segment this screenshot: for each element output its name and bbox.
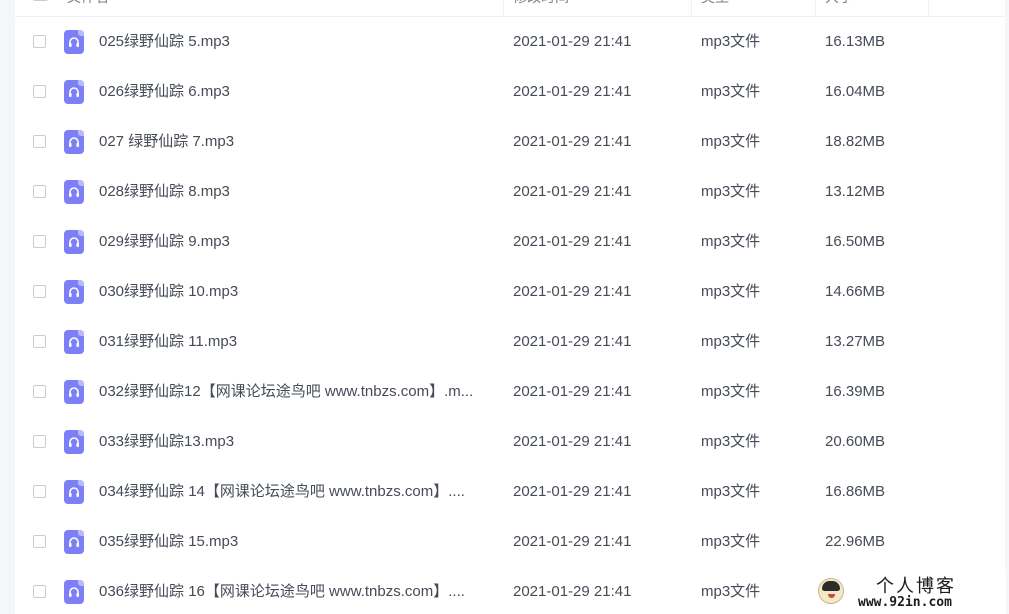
row-checkbox[interactable] (33, 435, 46, 448)
file-name[interactable]: 036绿野仙踪 16【网课论坛途鸟吧 www.tnbzs.com】.... (99, 582, 494, 602)
file-name[interactable]: 035绿野仙踪 15.mp3 (99, 532, 494, 552)
table-row[interactable]: 030绿野仙踪 10.mp3 2021-01-29 21:41 mp3文件 14.66… (15, 267, 1005, 317)
column-divider[interactable] (691, 0, 692, 16)
table-row[interactable]: 031绿野仙踪 11.mp3 2021-01-29 21:41 mp3文件 13.27… (15, 317, 1005, 367)
file-name[interactable]: 033绿野仙踪13.mp3 (99, 432, 494, 452)
modified-time: 2021-01-29 21:41 (513, 483, 632, 500)
table-row[interactable]: 029绿野仙踪 9.mp3 2021-01-29 21:41 mp3文件 16.50M… (15, 217, 1005, 267)
file-size: 16.04MB (825, 83, 886, 100)
left-panel-edge (0, 0, 15, 614)
row-checkbox[interactable] (33, 285, 46, 298)
row-checkbox[interactable] (33, 385, 46, 398)
modified-time: 2021-01-29 21:41 (513, 283, 632, 300)
row-checkbox[interactable] (33, 35, 46, 48)
file-name[interactable]: 032绿野仙踪12【网课论坛途鸟吧 www.tnbzs.com】.m... (99, 382, 494, 402)
row-checkbox[interactable] (33, 335, 46, 348)
file-type: mp3文件 (701, 483, 761, 500)
modified-time: 2021-01-29 21:41 (513, 133, 632, 150)
file-size: 16.50MB (825, 233, 886, 250)
file-type: mp3文件 (701, 83, 761, 100)
table-row[interactable]: 035绿野仙踪 15.mp3 2021-01-29 21:41 mp3文件 22.96… (15, 517, 1005, 567)
row-checkbox[interactable] (33, 135, 46, 148)
file-name[interactable]: 030绿野仙踪 10.mp3 (99, 282, 494, 302)
audio-file-icon (64, 580, 84, 604)
table-row[interactable]: 026绿野仙踪 6.mp3 2021-01-29 21:41 mp3文件 16.04M… (15, 67, 1005, 117)
file-type: mp3文件 (701, 333, 761, 350)
table-row[interactable]: 033绿野仙踪13.mp3 2021-01-29 21:41 mp3文件 20.60M… (15, 417, 1005, 467)
column-header-type[interactable]: 类型 (701, 0, 729, 16)
modified-time: 2021-01-29 21:41 (513, 333, 632, 350)
file-name[interactable]: 026绿野仙踪 6.mp3 (99, 82, 494, 102)
file-size: 22.96MB (825, 533, 886, 550)
table-row[interactable]: 027 绿野仙踪 7.mp3 2021-01-29 21:41 mp3文件 18.82… (15, 117, 1005, 167)
select-all-checkbox[interactable] (33, 0, 48, 1)
modified-time: 2021-01-29 21:41 (513, 233, 632, 250)
file-type: mp3文件 (701, 533, 761, 550)
audio-file-icon (64, 30, 84, 54)
right-panel-edge (1005, 0, 1009, 614)
row-checkbox[interactable] (33, 85, 46, 98)
audio-file-icon (64, 480, 84, 504)
file-name[interactable]: 029绿野仙踪 9.mp3 (99, 232, 494, 252)
row-checkbox[interactable] (33, 235, 46, 248)
modified-time: 2021-01-29 21:41 (513, 383, 632, 400)
file-size: 13.27MB (825, 333, 886, 350)
file-size: 16.39MB (825, 383, 886, 400)
column-divider[interactable] (815, 0, 816, 16)
table-row[interactable]: 034绿野仙踪 14【网课论坛途鸟吧 www.tnbzs.com】.... 202… (15, 467, 1005, 517)
file-size: 18.82MB (825, 133, 886, 150)
table-header: 文件名 修改时间 类型 大小 (15, 0, 1005, 17)
audio-file-icon (64, 330, 84, 354)
file-size: 16.86MB (825, 483, 886, 500)
file-type: mp3文件 (701, 583, 761, 600)
modified-time: 2021-01-29 21:41 (513, 183, 632, 200)
column-header-name[interactable]: 文件名 (67, 0, 109, 16)
modified-time: 2021-01-29 21:41 (513, 533, 632, 550)
column-divider[interactable] (503, 0, 504, 16)
file-name[interactable]: 034绿野仙踪 14【网课论坛途鸟吧 www.tnbzs.com】.... (99, 482, 494, 502)
file-type: mp3文件 (701, 33, 761, 50)
file-size: 13.12MB (825, 183, 886, 200)
row-checkbox[interactable] (33, 585, 46, 598)
file-size: 14.66MB (825, 283, 886, 300)
modified-time: 2021-01-29 21:41 (513, 583, 632, 600)
watermark: 个人博客 www.92in.com (814, 570, 1006, 614)
audio-file-icon (64, 230, 84, 254)
file-name[interactable]: 025绿野仙踪 5.mp3 (99, 32, 494, 52)
table-row[interactable]: 025绿野仙踪 5.mp3 2021-01-29 21:41 mp3文件 16.13M… (15, 17, 1005, 67)
file-type: mp3文件 (701, 133, 761, 150)
file-type: mp3文件 (701, 233, 761, 250)
modified-time: 2021-01-29 21:41 (513, 83, 632, 100)
row-checkbox[interactable] (33, 185, 46, 198)
file-list: 025绿野仙踪 5.mp3 2021-01-29 21:41 mp3文件 16.13M… (15, 17, 1005, 614)
audio-file-icon (64, 130, 84, 154)
file-size: 20.60MB (825, 433, 886, 450)
file-size: 16.13MB (825, 33, 886, 50)
table-row[interactable]: 032绿野仙踪12【网课论坛途鸟吧 www.tnbzs.com】.m... 202… (15, 367, 1005, 417)
file-name[interactable]: 028绿野仙踪 8.mp3 (99, 182, 494, 202)
audio-file-icon (64, 180, 84, 204)
row-checkbox[interactable] (33, 485, 46, 498)
avatar (818, 578, 844, 604)
file-type: mp3文件 (701, 183, 761, 200)
file-type: mp3文件 (701, 433, 761, 450)
audio-file-icon (64, 280, 84, 304)
column-header-size[interactable]: 大小 (825, 0, 853, 16)
column-header-time[interactable]: 修改时间 (513, 0, 569, 16)
audio-file-icon (64, 80, 84, 104)
modified-time: 2021-01-29 21:41 (513, 433, 632, 450)
audio-file-icon (64, 530, 84, 554)
column-divider[interactable] (928, 0, 929, 16)
row-checkbox[interactable] (33, 535, 46, 548)
file-type: mp3文件 (701, 383, 761, 400)
file-name[interactable]: 027 绿野仙踪 7.mp3 (99, 132, 494, 152)
modified-time: 2021-01-29 21:41 (513, 33, 632, 50)
table-row[interactable]: 028绿野仙踪 8.mp3 2021-01-29 21:41 mp3文件 13.12M… (15, 167, 1005, 217)
audio-file-icon (64, 430, 84, 454)
file-name[interactable]: 031绿野仙踪 11.mp3 (99, 332, 494, 352)
file-type: mp3文件 (701, 283, 761, 300)
watermark-url: www.92in.com (858, 595, 952, 610)
audio-file-icon (64, 380, 84, 404)
file-list-page: 文件名 修改时间 类型 大小 025绿野仙踪 5.mp3 2021-01-29 2… (0, 0, 1009, 614)
